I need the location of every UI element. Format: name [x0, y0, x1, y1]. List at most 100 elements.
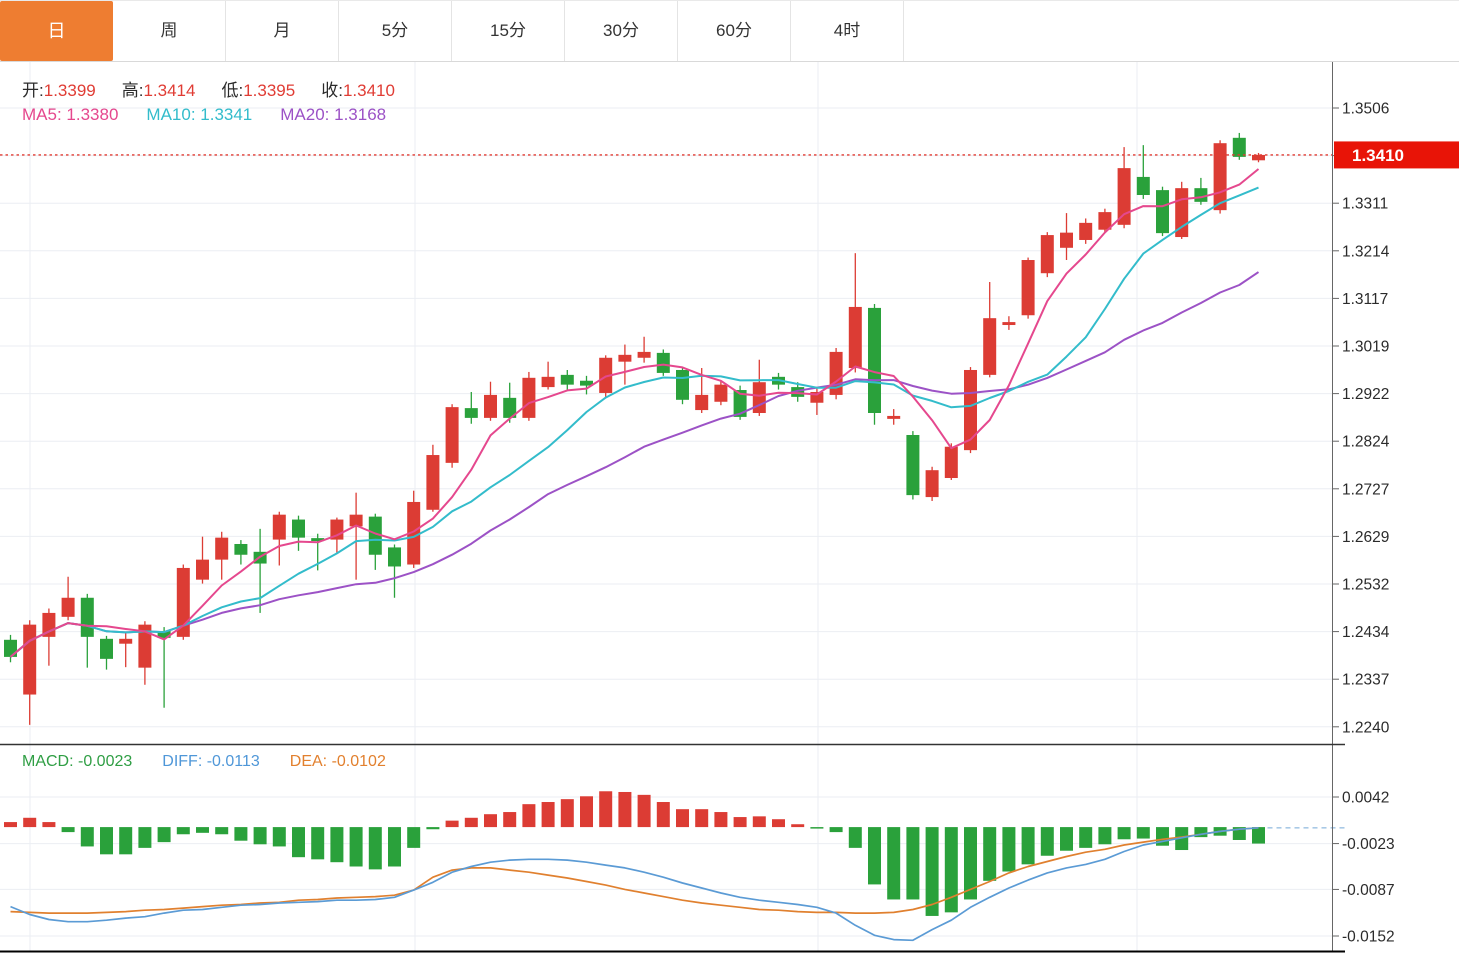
- price-tick-label: 1.2824: [1342, 434, 1390, 451]
- macd-bar: [407, 827, 420, 848]
- candle-body: [1041, 235, 1054, 273]
- macd-bar: [734, 817, 747, 827]
- open-label: 开:: [22, 81, 44, 100]
- macd-bar: [868, 827, 881, 884]
- dea-value: DEA: -0.0102: [290, 753, 386, 770]
- ma20-line: [11, 272, 1259, 657]
- candle-body: [849, 307, 862, 368]
- macd-bar: [426, 827, 439, 829]
- candle-body: [868, 308, 881, 413]
- candle-body: [618, 355, 631, 362]
- candle-body: [695, 395, 708, 410]
- candle-body: [388, 547, 401, 566]
- macd-legend: MACD: -0.0023 DIFF: -0.0113 DEA: -0.0102: [22, 753, 386, 771]
- macd-bar: [676, 809, 689, 827]
- tab-30min[interactable]: 30分: [565, 1, 678, 61]
- macd-bar: [791, 824, 804, 827]
- macd-bar: [887, 827, 900, 899]
- macd-bar: [714, 812, 727, 827]
- macd-bar: [753, 816, 766, 827]
- diff-value: DIFF: -0.0113: [162, 753, 260, 770]
- macd-bar: [158, 827, 171, 842]
- candle-body: [926, 470, 939, 497]
- macd-bar: [638, 795, 651, 827]
- period-tab-bar: 日周月5分15分30分60分4时: [0, 0, 1459, 62]
- macd-bar: [177, 827, 190, 834]
- ma20-value: MA20: 1.3168: [280, 105, 386, 124]
- macd-bar: [138, 827, 151, 848]
- macd-bar: [23, 818, 36, 827]
- macd-bar: [657, 802, 670, 827]
- candle-body: [964, 370, 977, 450]
- price-tick-label: 1.3311: [1342, 196, 1388, 213]
- candle-body: [657, 353, 670, 373]
- macd-bar: [772, 819, 785, 827]
- price-tick-label: 1.2337: [1342, 672, 1389, 689]
- price-tick-label: 1.2727: [1342, 481, 1389, 498]
- candle-body: [714, 385, 727, 402]
- price-tick-label: 1.3506: [1342, 101, 1389, 118]
- macd-bar: [465, 818, 478, 827]
- trading-chart-page: 1.35061.33111.32141.31171.30191.29221.28…: [0, 0, 1459, 961]
- candle-body: [983, 318, 996, 375]
- candle-body: [1252, 155, 1265, 160]
- candlestick-macd-chart[interactable]: 1.35061.33111.32141.31171.30191.29221.28…: [0, 0, 1459, 961]
- candle-body: [1156, 190, 1169, 233]
- price-tick-label: 1.3117: [1342, 291, 1388, 308]
- macd-bar: [906, 827, 919, 899]
- macd-tick-label: -0.0023: [1342, 836, 1395, 853]
- price-tick-label: 1.2532: [1342, 577, 1389, 594]
- candle-body: [215, 538, 228, 560]
- candle-body: [234, 544, 247, 555]
- candle-body: [1194, 188, 1207, 202]
- close-label: 收:: [321, 81, 343, 100]
- ma-legend: MA5: 1.3380MA10: 1.3341MA20: 1.3168: [22, 105, 386, 125]
- macd-bar: [1137, 827, 1150, 838]
- price-tick-label: 1.2434: [1342, 624, 1390, 641]
- candle-body: [273, 515, 286, 540]
- candle-body: [23, 625, 36, 695]
- ma10-line: [11, 188, 1259, 657]
- candle-body: [1060, 233, 1073, 248]
- candle-body: [1214, 143, 1227, 210]
- macd-bar: [311, 827, 324, 859]
- macd-value: MACD: -0.0023: [22, 753, 132, 770]
- tab-week[interactable]: 周: [113, 1, 226, 61]
- tab-month[interactable]: 月: [226, 1, 339, 61]
- macd-bar: [542, 802, 555, 827]
- candle-body: [753, 382, 766, 413]
- tab-5min[interactable]: 5分: [339, 1, 452, 61]
- macd-bar: [369, 827, 382, 869]
- high-value: 1.3414: [143, 81, 195, 100]
- macd-bar: [292, 827, 305, 857]
- macd-bar: [484, 814, 497, 827]
- candle-body: [100, 639, 113, 659]
- candle-body: [1022, 260, 1035, 315]
- macd-bar: [599, 791, 612, 827]
- tab-4hour[interactable]: 4时: [791, 1, 904, 61]
- tab-day[interactable]: 日: [0, 1, 113, 61]
- price-tick-label: 1.2922: [1342, 386, 1389, 403]
- tab-60min[interactable]: 60分: [678, 1, 791, 61]
- ohlc-legend: 开:1.3399高:1.3414低:1.3395收:1.3410: [22, 76, 421, 101]
- macd-bar: [234, 827, 247, 841]
- macd-bar: [849, 827, 862, 848]
- macd-bar: [42, 822, 55, 827]
- candle-body: [1118, 168, 1131, 225]
- macd-bar: [446, 821, 459, 827]
- candle-body: [638, 352, 651, 358]
- candle-body: [465, 408, 478, 418]
- candle-body: [196, 560, 209, 580]
- macd-bar: [215, 827, 228, 834]
- candle-body: [1233, 138, 1246, 157]
- macd-bar: [1041, 827, 1054, 856]
- tab-15min[interactable]: 15分: [452, 1, 565, 61]
- price-tick-label: 1.2240: [1342, 719, 1390, 736]
- macd-bar: [522, 804, 535, 827]
- candle-body: [1002, 322, 1015, 325]
- macd-bar: [810, 827, 823, 829]
- macd-bar: [580, 796, 593, 827]
- low-label: 低:: [221, 81, 243, 100]
- candle-body: [1137, 177, 1150, 195]
- candle-body: [542, 377, 555, 387]
